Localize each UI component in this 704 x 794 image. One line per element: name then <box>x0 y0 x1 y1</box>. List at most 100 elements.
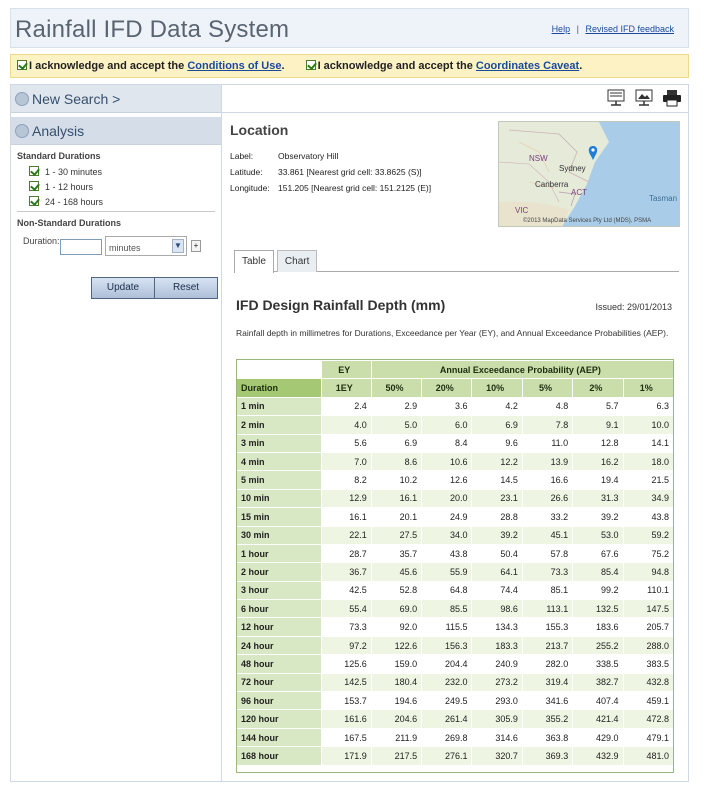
feedback-link[interactable]: Revised IFD feedback <box>585 24 674 34</box>
depth-cell: 205.7 <box>622 617 675 637</box>
depth-cell: 43.8 <box>421 543 473 564</box>
duration-option-label: 1 - 30 minutes <box>45 167 103 177</box>
depth-cell: 213.7 <box>521 635 574 656</box>
depth-cell: 319.4 <box>521 672 574 693</box>
depth-cell: 8.6 <box>370 451 423 472</box>
sidebar: New Search > Analysis Standard Durations… <box>10 84 222 782</box>
depth-cell: 16.6 <box>521 470 574 490</box>
depth-cell: 45.1 <box>521 525 574 545</box>
depth-cell: 459.1 <box>622 691 675 711</box>
depth-cell: 52.8 <box>370 580 423 601</box>
depth-cell: 50.4 <box>471 543 523 564</box>
depth-cell: 73.3 <box>521 562 574 582</box>
update-button[interactable]: Update <box>91 277 155 299</box>
duration-input-row: Duration: minutes ▼ + <box>17 233 215 263</box>
tab-table[interactable]: Table <box>234 250 274 273</box>
depth-cell: 156.3 <box>421 635 473 656</box>
checkbox-icon[interactable] <box>29 181 39 191</box>
duration-cell: 168 hour <box>236 746 322 766</box>
tab-chart[interactable]: Chart <box>276 250 318 272</box>
table-row: 2 min 4.0 5.0 6.0 6.9 7.8 9.1 10.0 <box>236 415 675 435</box>
depth-cell: 73.3 <box>320 617 372 637</box>
depth-cell: 75.2 <box>622 543 675 564</box>
ack-caveat: I acknowledge and accept the Coordinates… <box>305 60 582 72</box>
depth-cell: 382.7 <box>572 672 624 693</box>
location-map[interactable]: NSW Sydney Canberra ACT Tasman VIC ©2013… <box>498 121 680 227</box>
coordinates-caveat-link[interactable]: Coordinates Caveat <box>476 60 579 72</box>
depth-cell: 5.6 <box>320 433 372 453</box>
depth-cell: 85.4 <box>572 562 624 582</box>
duration-cell: 24 hour <box>236 635 322 656</box>
table-body: 1 min 2.4 2.9 3.6 4.2 4.8 5.7 6.3 2 min 4.0 5.0 6.0… <box>236 396 675 766</box>
duration-unit-select[interactable]: minutes ▼ <box>105 236 187 256</box>
export-csv-icon[interactable] <box>606 89 626 107</box>
depth-cell: 20.1 <box>370 507 423 527</box>
depth-cell: 24.9 <box>421 507 473 527</box>
depth-cell: 110.1 <box>622 580 675 601</box>
duration-unit-value: minutes <box>109 243 141 253</box>
reset-button[interactable]: Reset <box>154 277 218 299</box>
depth-cell: 159.0 <box>370 654 423 674</box>
header-links: Help | Revised IFD feedback <box>548 24 678 34</box>
conditions-checkbox[interactable] <box>17 60 27 70</box>
depth-cell: 26.6 <box>521 488 574 509</box>
depth-cell: 180.4 <box>370 672 423 693</box>
depth-cell: 269.8 <box>421 727 473 748</box>
toolbar <box>222 85 688 113</box>
depth-cell: 99.2 <box>572 580 624 601</box>
app-header: Rainfall IFD Data System Help | Revised … <box>10 8 689 48</box>
label-key: Label: <box>230 151 254 161</box>
aep-column-header: 1% <box>622 378 675 398</box>
issued-date: Issued: 29/01/2013 <box>595 302 672 312</box>
help-link[interactable]: Help <box>552 24 571 34</box>
depth-cell: 249.5 <box>421 691 473 711</box>
duration-option-label: 1 - 12 hours <box>45 182 94 192</box>
duration-cell: 15 min <box>236 507 322 527</box>
depth-cell: 341.6 <box>521 691 574 711</box>
duration-cell: 1 min <box>236 396 322 417</box>
conditions-of-use-link[interactable]: Conditions of Use <box>187 60 281 72</box>
depth-cell: 45.6 <box>370 562 423 582</box>
duration-cell: 4 min <box>236 451 322 472</box>
duration-input[interactable] <box>60 239 102 255</box>
analysis-header[interactable]: Analysis <box>11 117 221 145</box>
table-row: 48 hour 125.6 159.0 204.4 240.9 282.0 338.5 383… <box>236 654 675 674</box>
depth-cell: 155.3 <box>521 617 574 637</box>
duration-option-3[interactable]: 24 - 168 hours <box>29 196 215 207</box>
depth-cell: 13.9 <box>521 451 574 472</box>
depth-cell: 2.9 <box>370 396 423 417</box>
checkbox-icon[interactable] <box>29 196 39 206</box>
depth-cell: 23.1 <box>471 488 523 509</box>
depth-cell: 9.1 <box>572 415 624 435</box>
depth-cell: 28.8 <box>471 507 523 527</box>
table-group-header-row: EY Annual Exceedance Probability (AEP) <box>236 359 675 380</box>
export-image-icon[interactable] <box>634 89 654 107</box>
duration-cell: 96 hour <box>236 691 322 711</box>
caveat-checkbox[interactable] <box>305 60 316 70</box>
depth-cell: 6.9 <box>471 415 523 435</box>
checkbox-icon[interactable] <box>29 166 39 176</box>
depth-cell: 14.5 <box>471 470 523 490</box>
depth-cell: 31.3 <box>572 488 624 509</box>
depth-cell: 261.4 <box>421 709 473 729</box>
new-search-button[interactable]: New Search > <box>11 85 221 113</box>
table-row: 5 min 8.2 10.2 12.6 14.5 16.6 19.4 21.5 <box>236 470 675 490</box>
depth-cell: 21.5 <box>622 470 675 490</box>
print-icon[interactable] <box>662 89 682 107</box>
depth-cell: 122.6 <box>370 635 423 656</box>
depth-cell: 276.1 <box>421 746 473 766</box>
duration-option-2[interactable]: 1 - 12 hours <box>29 181 215 192</box>
chevron-down-icon[interactable]: ▼ <box>172 239 184 253</box>
depth-cell: 98.6 <box>471 599 523 619</box>
depth-cell: 34.9 <box>622 488 675 509</box>
table-row: 3 min 5.6 6.9 8.4 9.6 11.0 12.8 14.1 <box>236 433 675 453</box>
ack-period-1: . <box>281 60 285 72</box>
duration-option-1[interactable]: 1 - 30 minutes <box>29 166 215 177</box>
depth-cell: 22.1 <box>320 525 372 545</box>
add-duration-button[interactable]: + <box>191 240 201 252</box>
latitude-key: Latitude: <box>230 167 263 177</box>
duration-cell: 144 hour <box>236 727 322 748</box>
depth-cell: 147.5 <box>622 599 675 619</box>
depth-cell: 432.8 <box>622 672 675 693</box>
depth-cell: 432.9 <box>572 746 624 766</box>
